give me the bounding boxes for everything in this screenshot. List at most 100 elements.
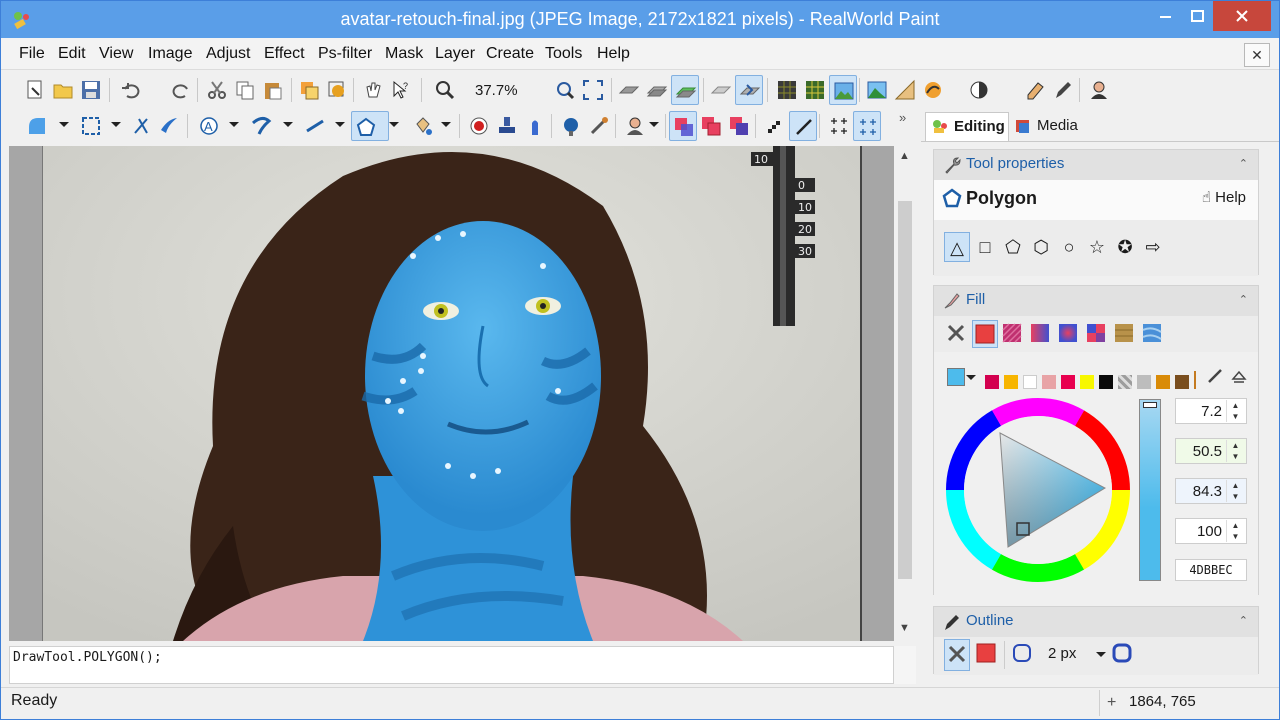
crop-tool-button[interactable] — [127, 111, 155, 141]
spinner-arrows[interactable]: ▲ ▼ — [1226, 400, 1244, 422]
fill-none-button[interactable] — [944, 320, 970, 348]
blend-mode-1-button[interactable] — [669, 111, 697, 141]
outline-width-dropdown[interactable] — [1096, 652, 1106, 657]
avatar-button[interactable] — [1085, 75, 1113, 105]
collapse-icon[interactable]: ⌃ — [1239, 614, 1248, 627]
red-eye-tool-button[interactable] — [465, 111, 493, 141]
scroll-down-arrow[interactable]: ▼ — [899, 622, 910, 634]
color-wheel[interactable] — [945, 397, 1131, 583]
layer-duplicate-button[interactable] — [295, 75, 323, 105]
fill-dropdown[interactable] — [441, 122, 451, 127]
alpha-slider[interactable] — [1139, 399, 1161, 581]
alpha-spinner[interactable]: 100 ▲ ▼ — [1175, 518, 1247, 544]
menu-help[interactable]: Help — [597, 45, 630, 63]
menu-effect[interactable]: Effect — [264, 45, 305, 63]
face-dropdown[interactable] — [649, 122, 659, 127]
scroll-up-arrow[interactable]: ▲ — [899, 150, 910, 162]
cut-button[interactable] — [203, 75, 231, 105]
fit-to-window-button[interactable] — [579, 75, 607, 105]
clone-stamp-button[interactable] — [493, 111, 521, 141]
outline-color-button[interactable] — [974, 639, 1000, 671]
hex-color-input[interactable]: 4DBBEC — [1175, 559, 1247, 581]
fill-tool-button[interactable] — [409, 111, 437, 141]
fill-solid-button[interactable] — [972, 320, 998, 348]
pen-button[interactable] — [1049, 75, 1077, 105]
scrollbar-thumb[interactable] — [898, 201, 912, 579]
fill-conical-gradient-button[interactable] — [1084, 320, 1110, 348]
menu-tools[interactable]: Tools — [545, 45, 582, 63]
fill-hatch-button[interactable] — [1000, 320, 1026, 348]
star-shape-button[interactable]: ☆ — [1084, 232, 1110, 262]
menu-create[interactable]: Create — [486, 45, 534, 63]
alpha-slider-thumb[interactable] — [1143, 402, 1157, 408]
text-dropdown[interactable] — [229, 122, 239, 127]
color-swatch-dropdown[interactable] — [966, 375, 976, 380]
shape-tool-button[interactable] — [23, 111, 51, 141]
layer-properties-button[interactable] — [707, 75, 735, 105]
shape-dropdown[interactable] — [59, 122, 69, 127]
menu-image[interactable]: Image — [148, 45, 192, 63]
palette-swatch[interactable] — [1137, 375, 1151, 389]
copy-button[interactable] — [231, 75, 259, 105]
color-picker-icon[interactable] — [1206, 367, 1224, 385]
face-tool-button[interactable] — [621, 111, 649, 141]
menu-file[interactable]: File — [19, 45, 45, 63]
help-button[interactable]: ☝ Help — [1202, 188, 1246, 206]
fill-radial-gradient-button[interactable] — [1056, 320, 1082, 348]
current-color-swatch[interactable] — [947, 368, 965, 386]
contrast-button[interactable] — [965, 75, 993, 105]
fill-header[interactable]: Fill ⌃ — [934, 286, 1258, 316]
toolbar-overflow-chevron[interactable]: » — [899, 110, 906, 125]
zoom-tool-button[interactable] — [431, 75, 459, 105]
antialias-off-button[interactable] — [761, 111, 789, 141]
redo-button[interactable] — [167, 75, 195, 105]
menu-ps-filter[interactable]: Ps-filter — [318, 45, 372, 63]
antialias-on-button[interactable] — [789, 111, 817, 141]
menu-mask[interactable]: Mask — [385, 45, 423, 63]
palette-swatch[interactable] — [1042, 375, 1056, 389]
canvas-vertical-scrollbar[interactable]: ▲ ▼ — [894, 146, 916, 641]
brush-tool-button[interactable] — [247, 111, 275, 141]
image-view-button[interactable] — [829, 75, 857, 105]
photo-canvas[interactable]: 10 0 10 20 30 — [42, 146, 862, 641]
hexagon-shape-button[interactable]: ⬡ — [1028, 232, 1054, 262]
menu-layer[interactable]: Layer — [435, 45, 475, 63]
palette-swatch[interactable] — [1061, 375, 1075, 389]
layer-merge-button[interactable] — [323, 75, 351, 105]
save-button[interactable] — [77, 75, 105, 105]
eyedropper-button[interactable] — [585, 111, 613, 141]
tab-media[interactable]: Media — [1009, 112, 1085, 141]
new-file-button[interactable] — [21, 75, 49, 105]
text-tool-button[interactable]: A — [195, 111, 223, 141]
layer-blend-button[interactable] — [735, 75, 763, 105]
maximize-button[interactable] — [1177, 1, 1217, 31]
hand-tool-button[interactable] — [359, 75, 387, 105]
collapse-icon[interactable]: ⌃ — [1239, 157, 1248, 170]
close-document-button[interactable]: ✕ — [1244, 43, 1270, 67]
layer-active-button[interactable] — [671, 75, 699, 105]
eraser-button[interactable] — [1021, 75, 1049, 105]
menu-adjust[interactable]: Adjust — [206, 45, 250, 63]
fill-texture-button[interactable] — [1140, 320, 1166, 348]
value-spinner[interactable]: 84.3 ▲ ▼ — [1175, 478, 1247, 504]
magic-tool-button[interactable] — [155, 111, 183, 141]
palette-swatch[interactable] — [1023, 375, 1037, 389]
palette-swatch[interactable] — [1099, 375, 1113, 389]
gear-shape-button[interactable]: ✪ — [1112, 232, 1138, 262]
zoom-in-button[interactable] — [551, 75, 579, 105]
tool-properties-header[interactable]: Tool properties ⌃ — [934, 150, 1258, 180]
line-dropdown[interactable] — [335, 122, 345, 127]
zoom-level[interactable]: 37.7% — [475, 82, 518, 99]
outline-width[interactable]: 2 px — [1048, 645, 1076, 662]
grid-color-button[interactable] — [801, 75, 829, 105]
outline-shape-button[interactable] — [1010, 639, 1036, 671]
menu-edit[interactable]: Edit — [58, 45, 86, 63]
triangle-shape-button[interactable]: △ — [944, 232, 970, 262]
open-button[interactable] — [49, 75, 77, 105]
palette-swatch[interactable] — [1080, 375, 1094, 389]
menu-view[interactable]: View — [99, 45, 133, 63]
snap-grid-button[interactable] — [825, 111, 853, 141]
snap-points-button[interactable] — [853, 111, 881, 141]
spinner-arrows[interactable]: ▲ ▼ — [1226, 520, 1244, 542]
smudge-tool-button[interactable] — [521, 111, 549, 141]
